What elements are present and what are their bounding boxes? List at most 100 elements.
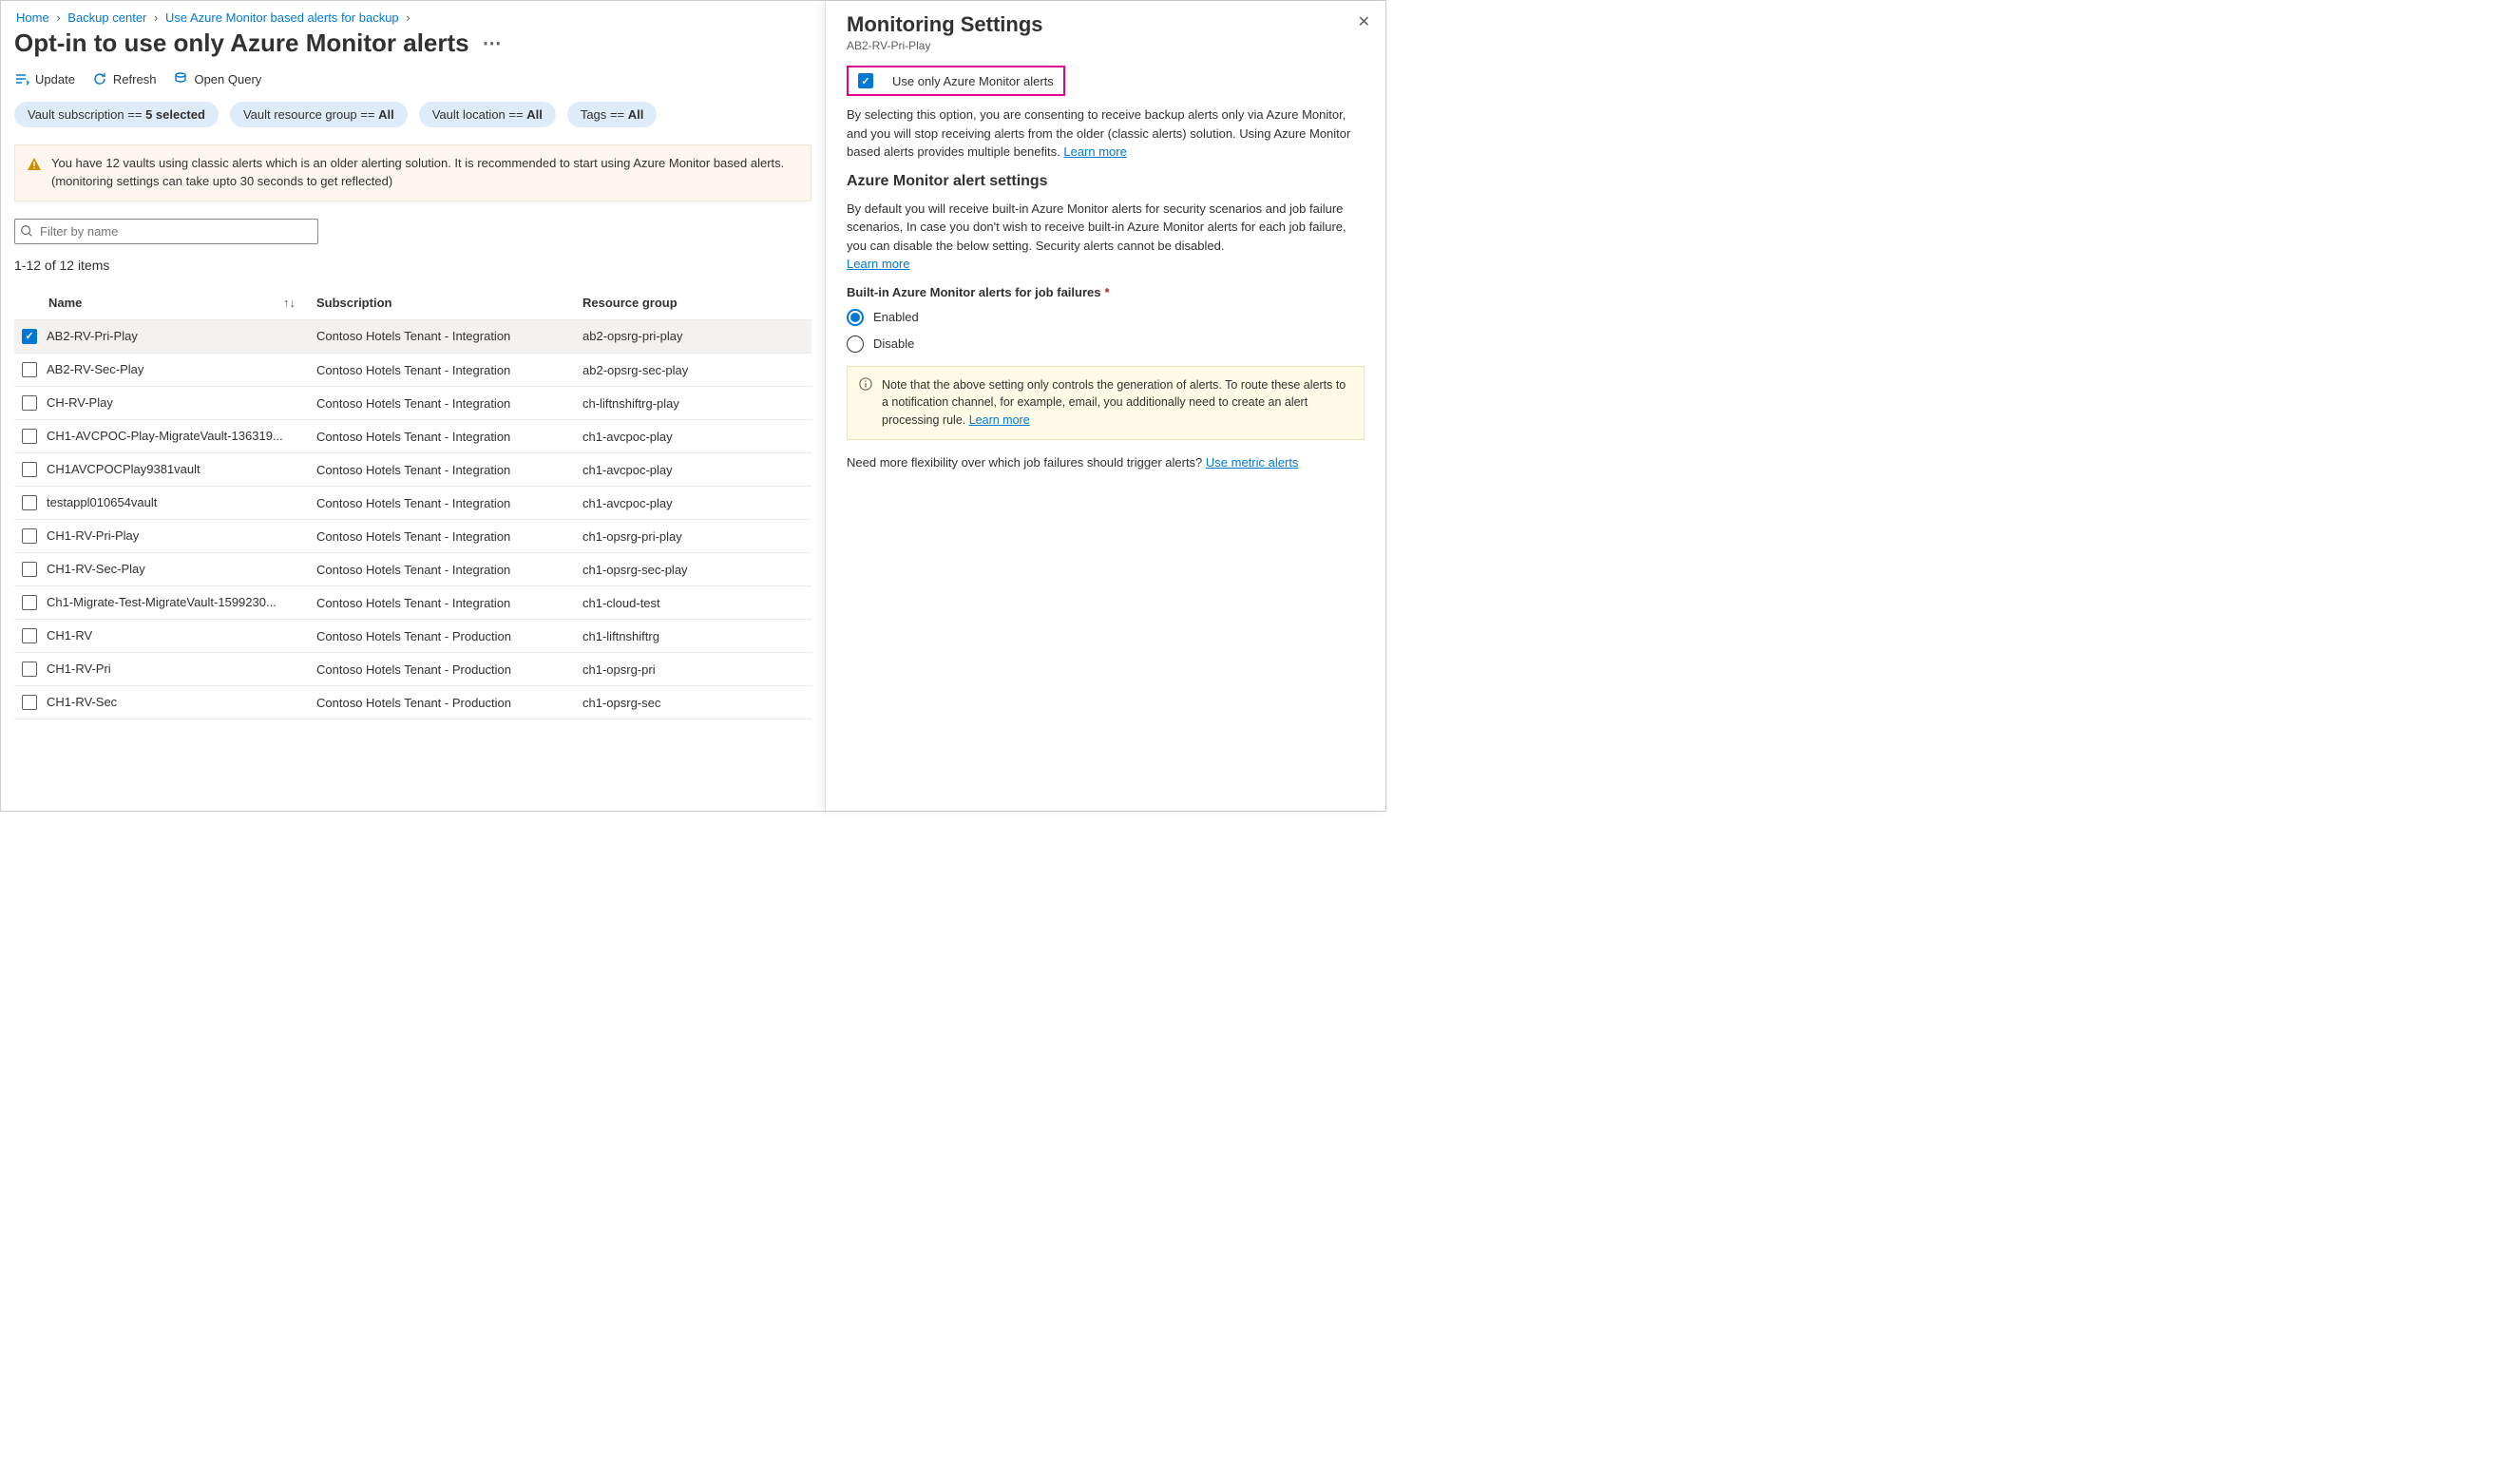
pill-label: Vault location == bbox=[432, 107, 527, 122]
vault-resource-group: ch1-liftnshiftrg bbox=[575, 620, 811, 653]
search-icon bbox=[20, 224, 33, 238]
breadcrumb-use-alerts[interactable]: Use Azure Monitor based alerts for backu… bbox=[165, 10, 399, 25]
row-checkbox[interactable] bbox=[22, 462, 37, 477]
vault-resource-group: ch-liftnshiftrg-play bbox=[575, 387, 811, 420]
table-row[interactable]: AB2-RV-Sec-PlayContoso Hotels Tenant - I… bbox=[14, 354, 811, 387]
info-text: Note that the above setting only control… bbox=[882, 378, 1346, 428]
vault-subscription: Contoso Hotels Tenant - Integration bbox=[309, 319, 575, 354]
table-row[interactable]: CH1-RV-Pri-Play Contoso Hotels Tenant - I… bbox=[14, 520, 811, 553]
vault-name: CH1AVCPOCPlay9381vault bbox=[47, 462, 200, 476]
pill-resource-group[interactable]: Vault resource group == All bbox=[230, 102, 408, 127]
row-checkbox[interactable] bbox=[22, 528, 37, 544]
table-row[interactable]: CH1-RV-Sec-PlayContoso Hotels Tenant - I… bbox=[14, 553, 811, 586]
vault-name: testappl010654vault bbox=[47, 495, 157, 509]
table-row[interactable]: CH1-RV-Sec Contoso Hotels Tenant - Produc… bbox=[14, 686, 811, 719]
learn-more-link[interactable]: Learn more bbox=[847, 257, 909, 271]
toolbar-label: Update bbox=[35, 72, 75, 86]
pill-value: All bbox=[378, 107, 394, 122]
use-monitor-alerts-option[interactable]: Use only Azure Monitor alerts bbox=[847, 66, 1065, 96]
vault-name: CH1-RV-Pri-Play bbox=[47, 528, 139, 543]
update-icon bbox=[14, 71, 29, 86]
row-checkbox[interactable] bbox=[22, 495, 37, 510]
col-name[interactable]: Name ↑↓ bbox=[14, 286, 309, 320]
table-row[interactable]: testappl010654vaultContoso Hotels Tenant… bbox=[14, 487, 811, 520]
filter-wrapper bbox=[14, 219, 318, 244]
vault-resource-group: ch1-opsrg-pri-play bbox=[575, 520, 811, 553]
radio-disable[interactable]: Disable bbox=[847, 336, 1365, 353]
col-resource-group[interactable]: Resource group bbox=[575, 286, 811, 320]
filter-pills: Vault subscription == 5 selected Vault r… bbox=[14, 102, 811, 127]
table-row[interactable]: Ch1-Migrate-Test-MigrateVault-1599230...… bbox=[14, 586, 811, 620]
panel-subtitle: AB2-RV-Pri-Play bbox=[847, 39, 1365, 52]
update-button[interactable]: Update bbox=[14, 71, 75, 86]
table-row[interactable]: CH-RV-PlayContoso Hotels Tenant - Integr… bbox=[14, 387, 811, 420]
col-subscription[interactable]: Subscription bbox=[309, 286, 575, 320]
chevron-right-icon: › bbox=[406, 10, 410, 25]
vault-subscription: Contoso Hotels Tenant - Integration bbox=[309, 354, 575, 387]
learn-more-link[interactable]: Learn more bbox=[969, 413, 1030, 427]
filter-input[interactable] bbox=[14, 219, 318, 244]
vault-resource-group: ch1-avcpoc-play bbox=[575, 487, 811, 520]
table-row[interactable]: CH1-AVCPOC-Play-MigrateVault-136319...Co… bbox=[14, 420, 811, 453]
sort-icon[interactable]: ↑↓ bbox=[283, 296, 296, 310]
info-callout: Note that the above setting only control… bbox=[847, 366, 1365, 440]
chevron-right-icon: › bbox=[154, 10, 158, 25]
item-count: 1-12 of 12 items bbox=[14, 258, 811, 273]
breadcrumb-home[interactable]: Home bbox=[16, 10, 49, 25]
row-checkbox[interactable] bbox=[22, 429, 37, 444]
table-row[interactable]: CH1AVCPOCPlay9381vaultContoso Hotels Ten… bbox=[14, 453, 811, 487]
row-checkbox[interactable] bbox=[22, 662, 37, 677]
pill-value: 5 selected bbox=[145, 107, 205, 122]
refresh-button[interactable]: Refresh bbox=[92, 71, 157, 86]
more-icon[interactable]: ⋯ bbox=[483, 31, 504, 55]
vault-resource-group: ch1-opsrg-sec-play bbox=[575, 553, 811, 586]
row-checkbox[interactable] bbox=[22, 329, 37, 344]
row-checkbox[interactable] bbox=[22, 695, 37, 710]
vault-subscription: Contoso Hotels Tenant - Integration bbox=[309, 586, 575, 620]
vault-name: CH1-RV bbox=[47, 628, 92, 643]
row-checkbox[interactable] bbox=[22, 362, 37, 377]
radio-button-icon bbox=[847, 309, 864, 326]
pill-subscription[interactable]: Vault subscription == 5 selected bbox=[14, 102, 219, 127]
pill-tags[interactable]: Tags == All bbox=[567, 102, 658, 127]
warning-text: You have 12 vaults using classic alerts … bbox=[51, 155, 799, 191]
vault-resource-group: ab2-opsrg-pri-play bbox=[575, 319, 811, 354]
field-label-text: Built-in Azure Monitor alerts for job fa… bbox=[847, 285, 1100, 299]
vault-name: CH1-RV-Sec bbox=[47, 695, 117, 709]
radio-enabled[interactable]: Enabled bbox=[847, 309, 1365, 326]
alert-settings-heading: Azure Monitor alert settings bbox=[847, 173, 1365, 190]
breadcrumb-backup-center[interactable]: Backup center bbox=[67, 10, 146, 25]
panel-description: By selecting this option, you are consen… bbox=[847, 106, 1365, 162]
row-checkbox[interactable] bbox=[22, 562, 37, 577]
table-row[interactable]: AB2-RV-Pri-PlayContoso Hotels Tenant - I… bbox=[14, 319, 811, 354]
toolbar-label: Refresh bbox=[113, 72, 157, 86]
table-row[interactable]: CH1-RV-PriContoso Hotels Tenant - Produc… bbox=[14, 653, 811, 686]
vault-name: CH1-AVCPOC-Play-MigrateVault-136319... bbox=[47, 429, 283, 443]
prompt-text: Need more flexibility over which job fai… bbox=[847, 455, 1206, 470]
use-monitor-alerts-checkbox[interactable] bbox=[858, 73, 873, 88]
vault-subscription: Contoso Hotels Tenant - Production bbox=[309, 686, 575, 719]
alert-settings-description: By default you will receive built-in Azu… bbox=[847, 200, 1365, 274]
vault-subscription: Contoso Hotels Tenant - Integration bbox=[309, 520, 575, 553]
vault-resource-group: ch1-cloud-test bbox=[575, 586, 811, 620]
vault-subscription: Contoso Hotels Tenant - Production bbox=[309, 620, 575, 653]
page-title-text: Opt-in to use only Azure Monitor alerts bbox=[14, 29, 469, 58]
pill-label: Vault resource group == bbox=[243, 107, 378, 122]
description-text: By default you will receive built-in Azu… bbox=[847, 201, 1346, 253]
vault-resource-group: ch1-avcpoc-play bbox=[575, 453, 811, 487]
row-checkbox[interactable] bbox=[22, 628, 37, 643]
radio-label: Disable bbox=[873, 336, 914, 351]
row-checkbox[interactable] bbox=[22, 395, 37, 411]
pill-location[interactable]: Vault location == All bbox=[419, 102, 556, 127]
row-checkbox[interactable] bbox=[22, 595, 37, 610]
learn-more-link[interactable]: Learn more bbox=[1063, 144, 1126, 159]
table-row[interactable]: CH1-RV Contoso Hotels Tenant - Production… bbox=[14, 620, 811, 653]
panel-title: Monitoring Settings bbox=[847, 12, 1365, 37]
pill-label: Vault subscription == bbox=[28, 107, 145, 122]
required-indicator: * bbox=[1104, 285, 1109, 299]
vault-name: CH-RV-Play bbox=[47, 395, 113, 410]
close-icon[interactable]: ✕ bbox=[1358, 12, 1370, 31]
open-query-button[interactable]: Open Query bbox=[173, 71, 261, 86]
page-title: Opt-in to use only Azure Monitor alerts … bbox=[14, 29, 811, 58]
use-metric-alerts-link[interactable]: Use metric alerts bbox=[1206, 455, 1299, 470]
